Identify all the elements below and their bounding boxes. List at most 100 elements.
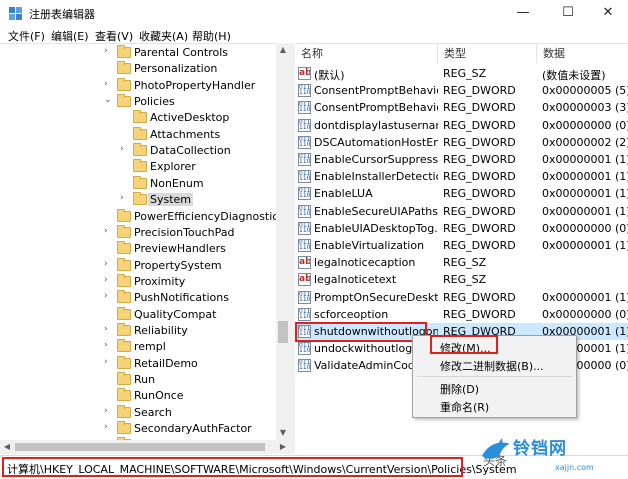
scroll-up-icon[interactable]: ▲ [276,43,290,57]
tree-item-label: Run [134,373,156,386]
tree-item[interactable]: NonEnum [0,175,276,192]
tree-item[interactable]: › PropertySystem [0,257,276,274]
value-data: 0x00000005 (5) [542,84,628,98]
tree-item-label: Parental Controls [134,46,228,59]
tree-vertical-scrollbar[interactable]: ▲ ▼ [276,43,290,440]
collapse-icon[interactable]: ⌄ [104,95,113,105]
binary-value-icon: 011 110 [298,135,311,149]
tree-item[interactable]: PowerEfficiencyDiagnostics [0,208,284,225]
tree-item-label: ActiveDesktop [150,111,230,125]
expand-icon[interactable]: › [104,259,113,269]
expand-icon[interactable]: › [120,193,129,203]
tree-item[interactable]: ActiveDesktop [0,110,276,126]
tree-item[interactable]: Explorer [0,159,276,175]
maximize-button[interactable]: ☐ [548,0,588,26]
value-row[interactable]: 011 110ConsentPromptBehavio... REG_DWORD 0… [295,99,628,116]
column-header-data[interactable]: 数据 [537,44,628,64]
tree-item[interactable]: RunOnce [0,388,276,404]
value-row[interactable]: 011 110 EnableVirtualization REG_DWORD 0x00… [295,237,628,254]
tree-item[interactable]: PreviewHandlers [0,241,276,257]
menu-favorites[interactable]: 收藏夹(A) [139,28,188,44]
binary-value-icon: 011 110 [298,101,311,115]
tree-horizontal-scrollbar[interactable]: ◀ ▶ [0,440,290,454]
tree-item-label: SecondaryAuthFactor [134,422,252,436]
tree-item[interactable]: › Reliability [0,322,276,339]
value-row[interactable]: 011 110 EnableLUA REG_DWORD 0x00000001 (1) [295,185,628,202]
expand-icon[interactable]: › [104,79,113,89]
menu-delete[interactable]: 删除(D) [440,381,479,397]
tree-item[interactable]: › DataCollection [0,143,276,159]
tree-item[interactable]: › PhotoPropertyHandler [0,77,276,94]
tree-item[interactable]: › PrecisionTouchPad [0,224,276,241]
binary-value-icon: 011 110 [298,290,311,304]
value-row[interactable]: 011 110 EnableInstallerDetection REG_DWORD… [295,168,628,185]
scroll-thumb[interactable] [278,321,288,343]
tree-item[interactable]: QualityCompat [0,306,276,323]
tree-item[interactable]: › RetailDemo [0,355,276,372]
expand-icon[interactable]: › [104,226,113,236]
value-row[interactable]: 011 110 EnableSecureUIAPaths REG_DWORD 0x00… [295,203,628,220]
value-data: 0x00000000 (0) [542,221,628,235]
value-name: dontdisplaylastusername [314,118,438,132]
expand-icon[interactable]: › [120,144,129,154]
column-header-name[interactable]: 名称 [295,44,438,64]
scroll-thumb-horizontal[interactable] [15,443,265,451]
folder-icon [117,94,131,108]
expand-icon[interactable]: › [104,324,113,334]
value-row[interactable]: 011 110PromptOnSecureDesktop REG_DWORD 0x0… [295,289,628,306]
tree-item-label: Explorer [150,160,196,174]
expand-icon[interactable]: › [104,357,113,367]
minimize-button[interactable]: — [503,0,543,26]
tree-item[interactable]: › rempl [0,339,276,355]
tree-item[interactable]: › Proximity [0,273,276,290]
tree-item[interactable]: Personalization [0,61,276,77]
value-row[interactable]: 011 110 EnableCursorSuppressi... REG_DWORD… [295,151,628,168]
binary-value-icon: 011 110 [298,84,311,98]
expand-icon[interactable]: › [104,422,113,432]
tree-item[interactable]: › System [0,192,276,208]
value-type: REG_DWORD [443,204,516,218]
value-row[interactable]: 011 110dontdisplaylastusername REG_DWORD 0… [295,117,628,134]
scroll-left-icon[interactable]: ◀ [0,440,14,454]
value-type: REG_DWORD [443,307,516,321]
value-row[interactable]: 011 110 scforceoption REG_DWORD 0x00000000 … [295,306,628,323]
tree-item[interactable]: Attachments [0,126,276,143]
tree-item[interactable]: ⌄ Policies [0,94,276,110]
tree-item[interactable]: › Search [0,404,276,421]
expand-icon[interactable]: › [104,406,113,416]
menu-file[interactable]: 文件(F) [8,28,45,44]
tree-item-label: NonEnum [150,176,204,190]
tree-item-label: Reliability [134,323,188,337]
tree-item[interactable]: › PushNotifications [0,290,276,306]
menu-rename[interactable]: 重命名(R) [440,399,489,415]
value-name: legalnoticetext [314,273,397,287]
folder-icon [117,257,131,271]
menu-help[interactable]: 帮助(H) [192,28,231,44]
menu-modify-binary[interactable]: 修改二进制数据(B)... [440,358,544,374]
scroll-right-icon[interactable]: ▶ [276,440,290,454]
scroll-down-icon[interactable]: ▼ [276,426,290,440]
close-button[interactable]: ✕ [588,0,628,26]
expand-icon[interactable]: › [104,46,113,56]
value-data: 0x00000001 (1) [542,170,628,184]
tree-item[interactable]: › SecondaryAuthFactor [0,421,276,437]
menu-view[interactable]: 查看(V) [95,28,133,44]
binary-value-icon: 011 110 [298,153,311,166]
menu-edit[interactable]: 编辑(E) [51,28,89,44]
value-row[interactable]: ab legalnoticecaption REG_SZ [295,254,628,271]
value-row[interactable]: ab legalnoticetext REG_SZ [295,271,628,288]
tree-item[interactable]: › Parental Controls [0,45,276,61]
menu-separator [417,376,572,377]
expand-icon[interactable]: › [104,340,113,350]
value-row[interactable]: 011 110 EnableUIADesktopTog... REG_DWORD 0x… [295,220,628,237]
folder-icon [117,77,131,91]
expand-icon[interactable]: › [104,291,113,301]
column-header-type[interactable]: 类型 [438,44,537,64]
key-tree[interactable]: › Parental Controls Personalization › PhotoP… [0,43,290,440]
value-row[interactable]: 011 110ConsentPromptBehavio... REG_DWORD 0… [295,82,628,99]
annotation-box-modify [430,335,498,354]
value-row[interactable]: ab (默认) REG_SZ (数值未设置) [295,65,628,82]
value-row[interactable]: 011 110DSCAutomationHostEna... REG_DWORD 0… [295,134,628,151]
expand-icon[interactable]: › [104,275,113,285]
tree-item[interactable]: Run [0,372,276,388]
